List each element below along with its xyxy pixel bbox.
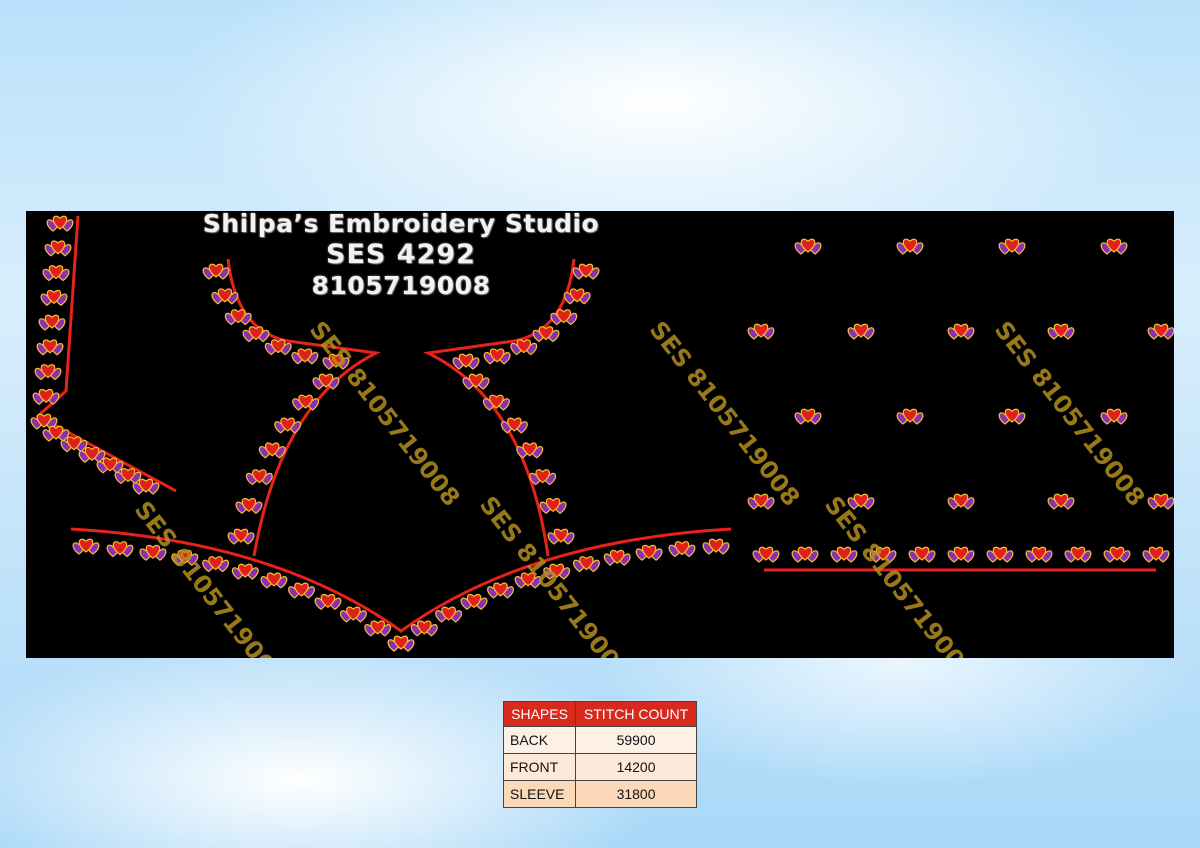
stitch-count-cell: 14200 <box>575 753 697 781</box>
heart-motif <box>1147 493 1174 510</box>
heart-motif <box>747 323 775 340</box>
heart-motif <box>364 620 392 637</box>
heart-motif <box>72 538 100 555</box>
heart-motif <box>635 544 663 561</box>
heart-motif <box>40 289 68 306</box>
table-header-row: SHAPES STITCH COUNT <box>502 701 697 727</box>
heart-motif <box>245 469 273 486</box>
heart-motif <box>312 373 340 390</box>
heart-motif <box>794 238 822 255</box>
stitch-count-table: SHAPES STITCH COUNT BACK 59900 FRONT 142… <box>502 701 697 808</box>
heart-motif <box>516 442 544 459</box>
heart-motif <box>231 563 259 580</box>
shape-cell: SLEEVE <box>502 780 577 808</box>
heart-motif <box>603 549 631 566</box>
heart-motif <box>340 606 367 623</box>
heart-motif <box>106 541 134 558</box>
heart-motif <box>752 546 780 563</box>
heart-motif <box>452 353 480 370</box>
phone-number: 8105719008 <box>311 271 491 300</box>
column-header-stitch-count: STITCH COUNT <box>575 701 697 727</box>
heart-motif <box>314 593 342 611</box>
heart-motif <box>258 442 286 459</box>
heart-motif <box>794 408 822 425</box>
heart-motif <box>42 265 70 282</box>
heart-motif <box>747 493 775 510</box>
heart-motif <box>547 528 575 545</box>
heart-motif <box>947 493 975 510</box>
heart-motif <box>36 339 64 356</box>
embroidery-design-panel: Shilpa’s Embroidery Studio SES 4292 8105… <box>26 211 1174 658</box>
heart-motif <box>986 546 1014 563</box>
heart-motif <box>896 238 924 255</box>
heart-motif <box>1147 323 1174 340</box>
heart-motif <box>529 469 557 486</box>
heart-motif <box>227 528 255 545</box>
stitch-count-cell: 31800 <box>575 780 697 808</box>
heart-motif <box>288 582 315 599</box>
heart-motif <box>1103 546 1131 563</box>
heart-motif <box>387 635 415 652</box>
heart-motif <box>947 323 975 340</box>
shape-cell: BACK <box>502 726 577 754</box>
heart-motif <box>235 497 263 515</box>
studio-name: Shilpa’s Embroidery Studio <box>202 211 600 238</box>
heart-motif <box>791 546 819 563</box>
heart-motif <box>260 572 288 589</box>
heart-motif <box>38 314 66 331</box>
heart-motif <box>573 556 600 573</box>
heart-motif <box>847 323 875 340</box>
column-header-shapes: SHAPES <box>502 701 577 727</box>
heart-motif <box>410 620 438 637</box>
heart-motif <box>460 593 488 611</box>
heart-motif <box>702 538 730 555</box>
heart-motif <box>44 240 72 257</box>
heart-motif <box>500 417 528 434</box>
heart-motif <box>1047 493 1075 510</box>
shape-cell: FRONT <box>502 753 577 781</box>
heart-motif <box>42 425 70 442</box>
heart-motif <box>483 348 511 365</box>
heart-motif <box>532 326 560 343</box>
heart-motif <box>947 546 975 563</box>
table-row: BACK 59900 <box>502 726 697 754</box>
heart-motif <box>46 215 74 232</box>
heart-motif <box>896 408 924 425</box>
heart-motif <box>462 373 490 390</box>
heart-motif <box>1100 408 1128 425</box>
heart-motif <box>34 364 62 381</box>
heart-motif <box>1100 238 1128 255</box>
heart-motif <box>242 326 270 343</box>
heart-motif <box>483 394 510 411</box>
heart-motif <box>435 606 462 623</box>
heart-motif <box>1025 546 1053 563</box>
heart-motif <box>292 394 319 411</box>
heart-motif <box>274 417 302 434</box>
heart-motif <box>224 309 252 326</box>
table-row: FRONT 14200 <box>502 753 697 781</box>
heart-motif <box>32 388 60 405</box>
heart-motif <box>908 546 936 563</box>
heart-motif <box>539 497 567 515</box>
heart-motif <box>291 348 319 365</box>
heart-motif <box>668 541 696 558</box>
heart-motif <box>998 408 1026 425</box>
heart-motif <box>550 309 578 326</box>
heart-motif <box>1142 546 1170 563</box>
table-row: SLEEVE 31800 <box>502 780 697 808</box>
heart-motif <box>487 582 514 599</box>
stitch-count-cell: 59900 <box>575 726 697 754</box>
heart-motif <box>1064 546 1092 563</box>
heart-motif <box>998 238 1026 255</box>
heart-motif <box>1047 323 1075 340</box>
design-code: SES 4292 <box>326 239 476 270</box>
